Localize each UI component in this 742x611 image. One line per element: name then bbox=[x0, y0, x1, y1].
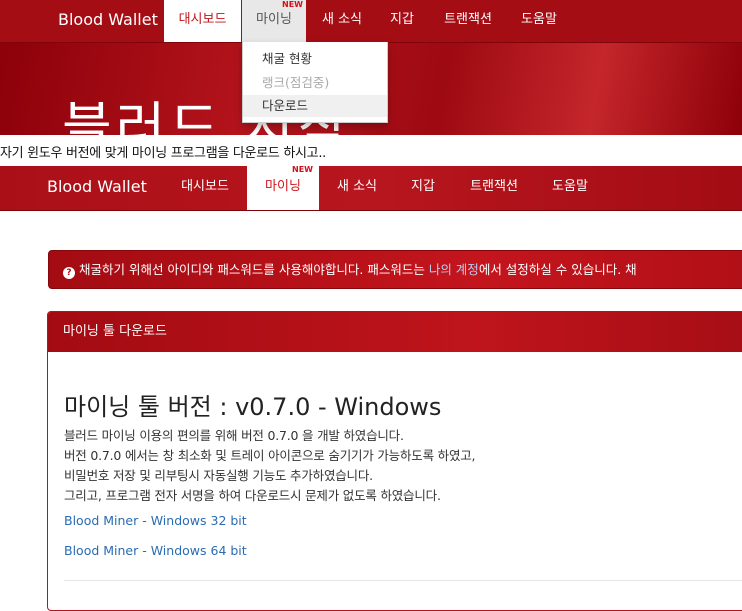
top-navbar: Blood Wallet 대시보드 NEW 마이닝 새 소식 지갑 트랜잭션 도… bbox=[0, 0, 742, 43]
top-nav-wallet[interactable]: 지갑 bbox=[378, 0, 426, 42]
description-line: 버전 0.7.0 에서는 창 최소화 및 트레이 아이콘으로 숨기기가 가능하도… bbox=[64, 448, 476, 463]
top-nav-transactions[interactable]: 트랜잭션 bbox=[428, 0, 508, 42]
new-badge: NEW bbox=[292, 165, 313, 174]
nav-news[interactable]: 새 소식 bbox=[321, 166, 393, 210]
brand-logo[interactable]: Blood Wallet bbox=[47, 177, 147, 196]
download-panel: 마이닝 툴 다운로드 마이닝 툴 버전 : v0.7.0 - Windows 블… bbox=[47, 311, 742, 611]
nav-transactions[interactable]: 트랜잭션 bbox=[452, 166, 536, 210]
mining-dropdown-menu: 채굴 현황 랭크(점검중) 다운로드 bbox=[242, 42, 388, 123]
top-nav-dashboard[interactable]: 대시보드 bbox=[164, 0, 241, 42]
info-alert: ? 채굴하기 위해선 아이디와 패스워드를 사용해야합니다. 패스워드는 나의 계… bbox=[48, 250, 742, 289]
nav-dashboard[interactable]: 대시보드 bbox=[165, 166, 245, 210]
nav-wallet[interactable]: 지갑 bbox=[396, 166, 450, 210]
description-line: 비밀번호 저장 및 리부팅시 자동실행 기능도 추가하였습니다. bbox=[64, 468, 373, 483]
download-64bit-link[interactable]: Blood Miner - Windows 64 bit bbox=[64, 543, 247, 558]
description-line: 그리고, 프로그램 전자 서명을 하여 다운로드시 문제가 없도록 하였습니다. bbox=[64, 488, 441, 503]
dropdown-item-rank: 랭크(점검중) bbox=[262, 75, 330, 90]
version-title: 마이닝 툴 버전 : v0.7.0 - Windows bbox=[64, 393, 442, 421]
nav-mining[interactable]: NEW 마이닝 bbox=[247, 166, 319, 210]
my-account-link[interactable]: 나의 계정 bbox=[429, 262, 479, 277]
dropdown-item-mining-status[interactable]: 채굴 현황 bbox=[243, 48, 387, 70]
top-nav-mining[interactable]: NEW 마이닝 bbox=[242, 0, 306, 42]
question-circle-icon: ? bbox=[63, 267, 75, 279]
top-nav-news[interactable]: 새 소식 bbox=[307, 0, 377, 42]
background-page: 블러드 시작 Blood Wallet 대시보드 NEW 마이닝 새 소식 지갑… bbox=[0, 0, 742, 135]
new-badge: NEW bbox=[282, 0, 303, 9]
dropdown-item-download[interactable]: 다운로드 bbox=[243, 95, 387, 117]
description-line: 블러드 마이닝 이용의 편의를 위해 버전 0.7.0 을 개발 하였습니다. bbox=[64, 428, 404, 443]
top-brand-logo[interactable]: Blood Wallet bbox=[58, 10, 158, 29]
main-navbar: Blood Wallet 대시보드 NEW 마이닝 새 소식 지갑 트랜잭션 도… bbox=[0, 166, 742, 211]
nav-help[interactable]: 도움말 bbox=[538, 166, 602, 210]
panel-header: 마이닝 툴 다운로드 bbox=[48, 312, 742, 352]
caption-text: 자기 윈도우 버전에 맞게 마이닝 프로그램을 다운로드 하시고.. bbox=[0, 135, 742, 166]
top-nav-help[interactable]: 도움말 bbox=[510, 0, 568, 42]
divider bbox=[64, 580, 742, 581]
download-32bit-link[interactable]: Blood Miner - Windows 32 bit bbox=[64, 513, 247, 528]
